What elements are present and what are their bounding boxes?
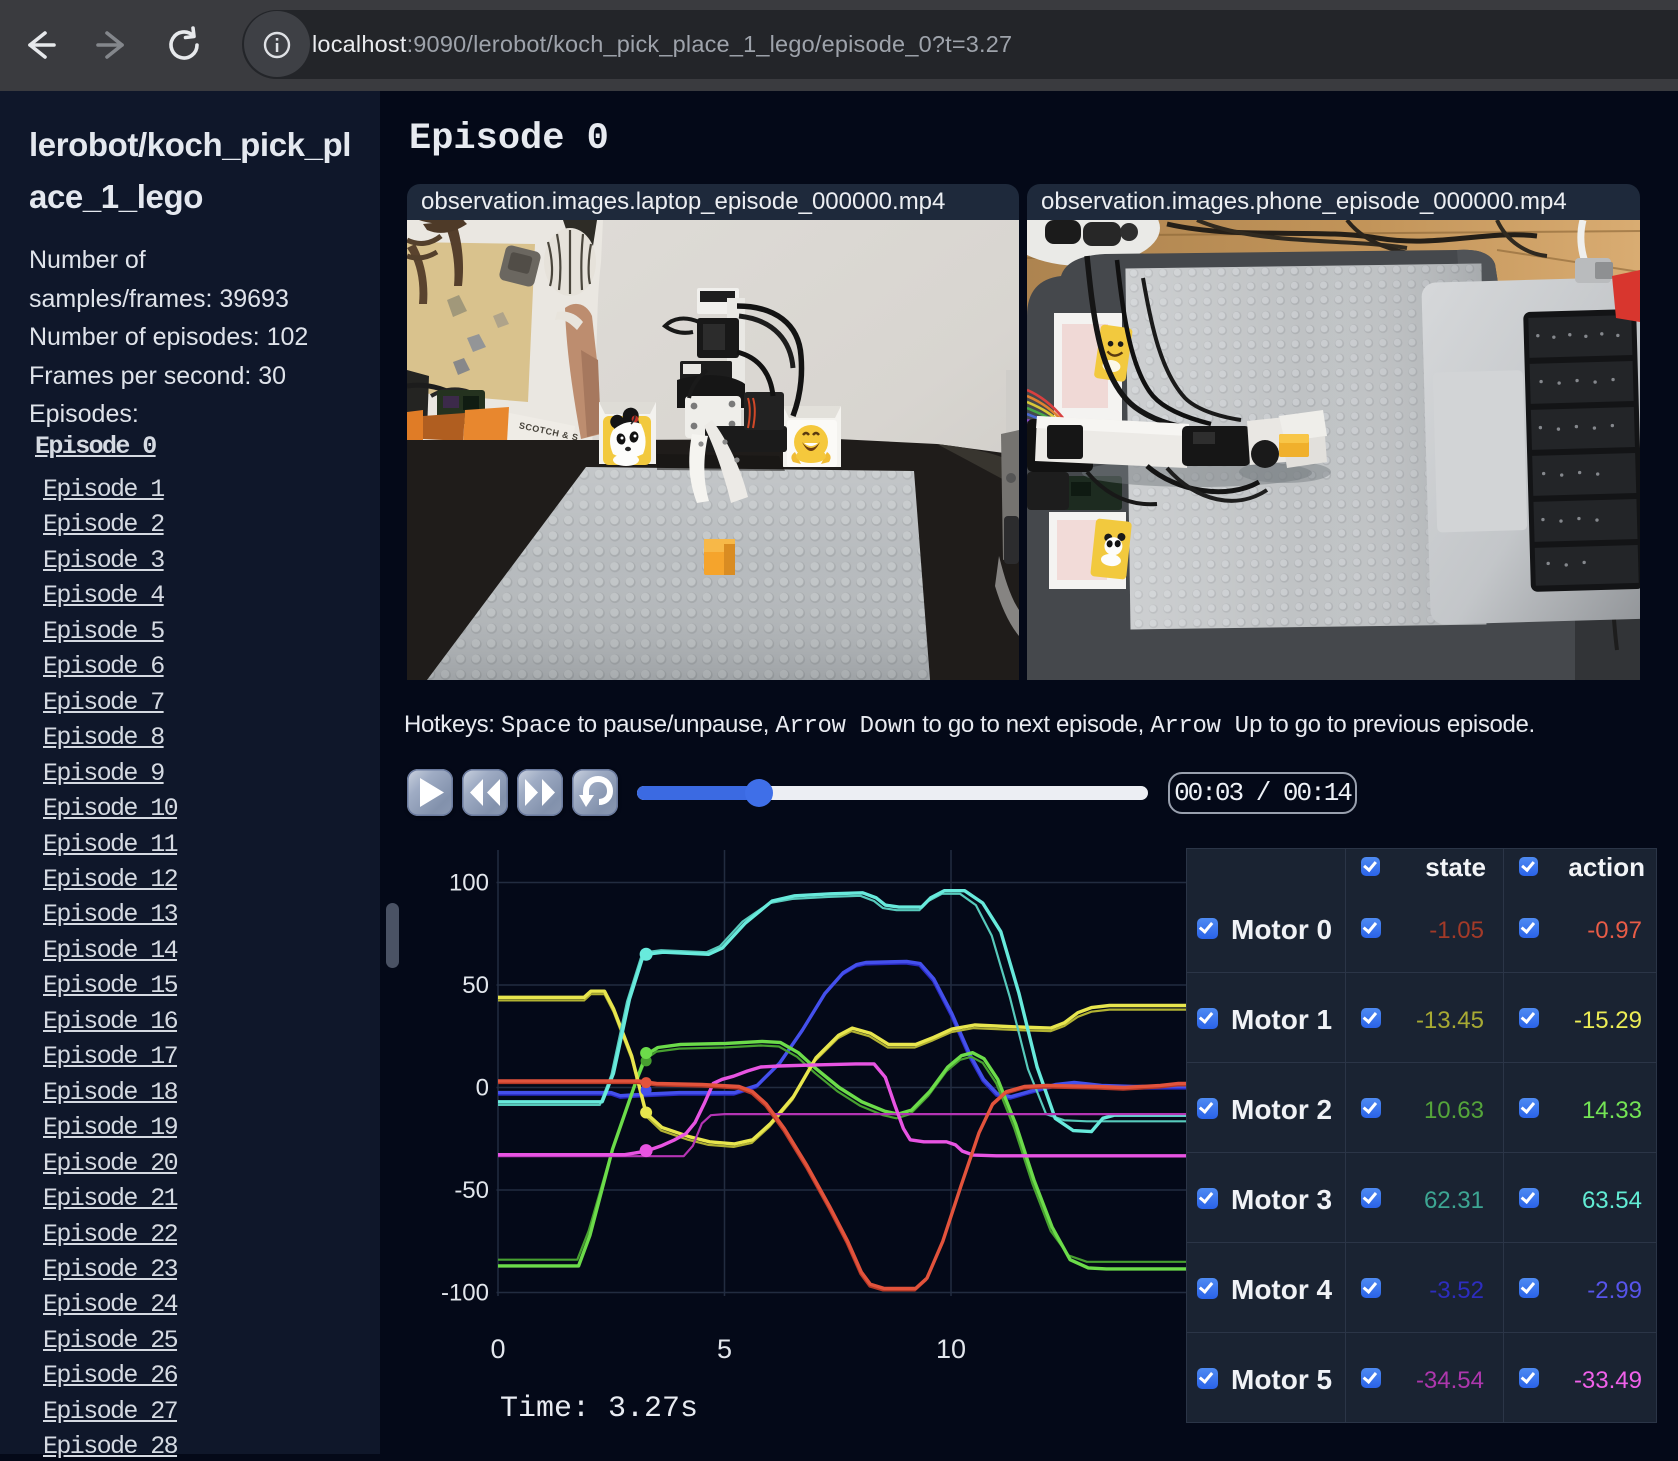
svg-text:50: 50 — [462, 972, 489, 999]
svg-text:0: 0 — [490, 1334, 505, 1364]
svg-text:-100: -100 — [441, 1280, 489, 1307]
svg-text:0: 0 — [476, 1075, 489, 1102]
svg-text:-50: -50 — [454, 1177, 489, 1204]
svg-text:10: 10 — [936, 1334, 966, 1364]
svg-text:100: 100 — [449, 870, 489, 897]
svg-text:5: 5 — [717, 1334, 732, 1364]
